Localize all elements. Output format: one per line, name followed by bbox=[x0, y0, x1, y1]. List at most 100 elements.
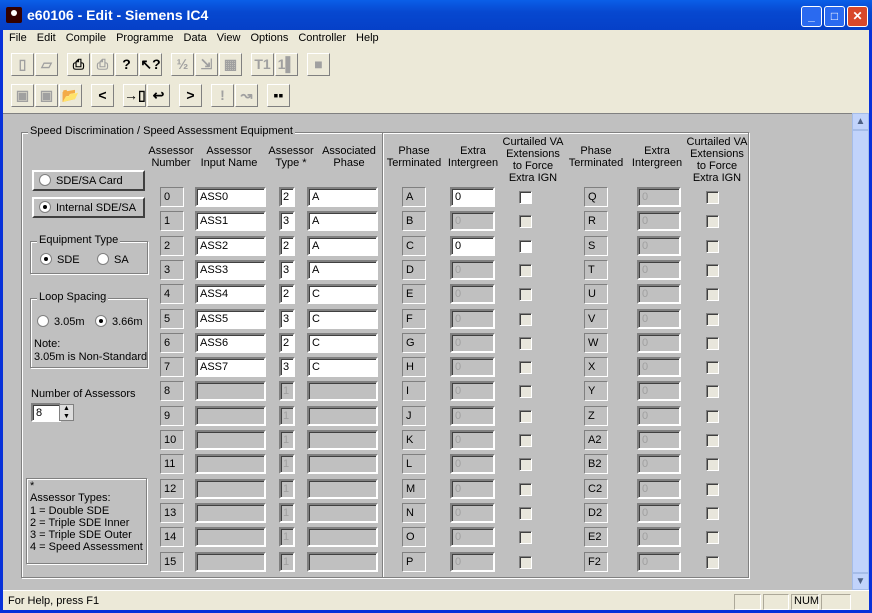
extra-intergreen-input-2[interactable]: 0 bbox=[637, 405, 681, 426]
assessor-type-input[interactable]: 1 bbox=[279, 502, 295, 523]
assessor-input-name[interactable]: ASS0 bbox=[195, 187, 266, 207]
associated-phase-input[interactable] bbox=[307, 454, 378, 475]
extra-intergreen-input-2[interactable]: 0 bbox=[637, 357, 681, 378]
curtailed-va-checkbox-2[interactable] bbox=[706, 336, 719, 350]
curtailed-va-checkbox-2[interactable] bbox=[706, 531, 719, 545]
curtailed-va-checkbox-2[interactable] bbox=[706, 288, 719, 302]
curtailed-va-checkbox-2[interactable] bbox=[706, 506, 719, 520]
assessor-type-input[interactable]: 1 bbox=[279, 551, 295, 572]
extra-intergreen-input[interactable]: 0 bbox=[450, 211, 495, 232]
assessor-type-input[interactable]: 3 bbox=[279, 259, 295, 280]
curtailed-va-checkbox[interactable] bbox=[519, 263, 532, 277]
extra-intergreen-input[interactable]: 0 bbox=[450, 235, 495, 256]
grid-icon[interactable]: ▦ bbox=[219, 53, 242, 76]
curtailed-va-checkbox[interactable] bbox=[519, 288, 532, 302]
num-assessors-spinner[interactable]: ▲ ▼ bbox=[59, 404, 74, 421]
curtailed-va-checkbox[interactable] bbox=[519, 336, 532, 350]
curtailed-va-checkbox-2[interactable] bbox=[706, 385, 719, 399]
back-icon[interactable]: < bbox=[91, 84, 114, 107]
associated-phase-input[interactable]: A bbox=[307, 211, 378, 232]
internal-sde-sa-option[interactable]: Internal SDE/SA bbox=[32, 197, 145, 218]
extra-intergreen-input[interactable]: 0 bbox=[450, 357, 495, 378]
extra-intergreen-input-2[interactable]: 0 bbox=[637, 551, 681, 572]
print-preview-icon[interactable]: ⎙ bbox=[91, 53, 114, 76]
curtailed-va-checkbox[interactable] bbox=[519, 506, 532, 520]
assessor-input-name[interactable]: ASS1 bbox=[195, 211, 266, 232]
t1-icon[interactable]: T1 bbox=[251, 53, 274, 76]
menu-controller[interactable]: Controller bbox=[292, 30, 350, 44]
curtailed-va-checkbox-2[interactable] bbox=[706, 409, 719, 423]
open-icon[interactable]: ▱ bbox=[35, 53, 58, 76]
menu-programme[interactable]: Programme bbox=[110, 30, 177, 44]
curtailed-va-checkbox[interactable] bbox=[519, 385, 532, 399]
extra-intergreen-input-2[interactable]: 0 bbox=[637, 187, 681, 207]
extra-intergreen-input-2[interactable]: 0 bbox=[637, 381, 681, 402]
maximize-button[interactable]: □ bbox=[824, 6, 845, 27]
menu-compile[interactable]: Compile bbox=[60, 30, 110, 44]
print-icon[interactable]: ⎙ bbox=[67, 53, 90, 76]
associated-phase-input[interactable] bbox=[307, 502, 378, 523]
warning-icon[interactable]: ! bbox=[211, 84, 234, 107]
assessor-input-name[interactable]: ASS3 bbox=[195, 259, 266, 280]
assessor-type-input[interactable]: 1 bbox=[279, 478, 295, 499]
spin-down-icon[interactable]: ▼ bbox=[60, 413, 73, 421]
curtailed-va-checkbox[interactable] bbox=[519, 239, 532, 253]
associated-phase-input[interactable] bbox=[307, 405, 378, 426]
scroll-thumb[interactable] bbox=[852, 130, 869, 573]
extra-intergreen-input[interactable]: 0 bbox=[450, 381, 495, 402]
assessor-type-input[interactable]: 1 bbox=[279, 405, 295, 426]
assessor-input-name[interactable] bbox=[195, 527, 266, 548]
assessor-type-input[interactable]: 1 bbox=[279, 381, 295, 402]
extra-intergreen-input-2[interactable]: 0 bbox=[637, 478, 681, 499]
assessor-input-name[interactable] bbox=[195, 381, 266, 402]
associated-phase-input[interactable] bbox=[307, 430, 378, 450]
assessor-input-name[interactable]: ASS4 bbox=[195, 284, 266, 305]
associated-phase-input[interactable]: C bbox=[307, 284, 378, 305]
curtailed-va-checkbox[interactable] bbox=[519, 191, 532, 204]
curtailed-va-checkbox-2[interactable] bbox=[706, 312, 719, 326]
curtailed-va-checkbox-2[interactable] bbox=[706, 215, 719, 229]
extra-intergreen-input[interactable]: 0 bbox=[450, 332, 495, 353]
assessor-input-name[interactable]: ASS5 bbox=[195, 308, 266, 329]
associated-phase-input[interactable] bbox=[307, 381, 378, 402]
curtailed-va-checkbox-2[interactable] bbox=[706, 361, 719, 375]
assessor-type-input[interactable]: 2 bbox=[279, 235, 295, 256]
equipment-type-sa-radio[interactable]: SA bbox=[97, 253, 129, 266]
fraction-icon[interactable]: ½ bbox=[171, 53, 194, 76]
extra-intergreen-input[interactable]: 0 bbox=[450, 187, 495, 207]
menu-data[interactable]: Data bbox=[178, 30, 211, 44]
extra-intergreen-input[interactable]: 0 bbox=[450, 454, 495, 475]
associated-phase-input[interactable] bbox=[307, 551, 378, 572]
assessor-input-name[interactable] bbox=[195, 405, 266, 426]
t-bar-icon[interactable]: 1▌ bbox=[275, 53, 298, 76]
assessor-type-input[interactable]: 2 bbox=[279, 284, 295, 305]
curtailed-va-checkbox-2[interactable] bbox=[706, 239, 719, 253]
extra-intergreen-input[interactable]: 0 bbox=[450, 430, 495, 450]
associated-phase-input[interactable]: A bbox=[307, 187, 378, 207]
assessor-input-name[interactable]: ASS2 bbox=[195, 235, 266, 256]
extra-intergreen-input-2[interactable]: 0 bbox=[637, 454, 681, 475]
loop-spacing-366-radio[interactable]: 3.66m bbox=[95, 315, 143, 328]
close-button[interactable]: ✕ bbox=[847, 6, 868, 27]
loop-spacing-305-radio[interactable]: 3.05m bbox=[37, 315, 85, 328]
assessor-input-name[interactable]: ASS6 bbox=[195, 332, 266, 353]
curtailed-va-checkbox-2[interactable] bbox=[706, 191, 719, 204]
curtailed-va-checkbox[interactable] bbox=[519, 434, 532, 447]
curtailed-va-checkbox[interactable] bbox=[519, 531, 532, 545]
assessor-type-input[interactable]: 1 bbox=[279, 430, 295, 450]
extra-intergreen-input-2[interactable]: 0 bbox=[637, 211, 681, 232]
num-assessors-input[interactable]: 8 bbox=[31, 403, 61, 422]
diagram-icon[interactable]: ▪▪ bbox=[267, 84, 290, 107]
curtailed-va-checkbox[interactable] bbox=[519, 409, 532, 423]
assessor-input-name[interactable] bbox=[195, 502, 266, 523]
associated-phase-input[interactable]: C bbox=[307, 357, 378, 378]
extra-intergreen-input-2[interactable]: 0 bbox=[637, 527, 681, 548]
assessor-type-input[interactable]: 2 bbox=[279, 187, 295, 207]
sde-sa-card-option[interactable]: SDE/SA Card bbox=[32, 170, 145, 191]
menu-view[interactable]: View bbox=[211, 30, 245, 44]
curtailed-va-checkbox[interactable] bbox=[519, 215, 532, 229]
extra-intergreen-input-2[interactable]: 0 bbox=[637, 284, 681, 305]
context-help-icon[interactable]: ↖? bbox=[139, 53, 162, 76]
curtailed-va-checkbox-2[interactable] bbox=[706, 555, 719, 569]
new-icon[interactable]: ▯ bbox=[11, 53, 34, 76]
